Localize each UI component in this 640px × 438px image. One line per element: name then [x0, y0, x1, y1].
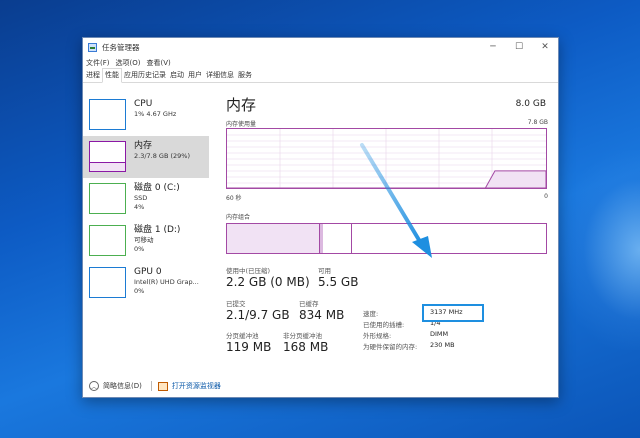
sidebar-item-sub: SSD [134, 194, 148, 202]
disk-c-thumbnail [89, 183, 126, 214]
memory-composition-bar [226, 223, 547, 254]
memory-usage-chart [226, 128, 547, 189]
menu-bar: 文件(F) 选项(O) 查看(V) [83, 56, 558, 70]
composition-divider [351, 224, 352, 253]
fewer-details-button[interactable]: 简略信息(D) [103, 381, 142, 391]
performance-panel: CPU 1% 4.67 GHz 内存 2.3/7.8 GB (29%) 磁盘 0… [83, 84, 558, 375]
memory-detail-pane: 内存 8.0 GB 内存使用量 7.8 GB 60 秒 0 内存组合 使用中(已… [226, 94, 548, 354]
sidebar-item-disk-c[interactable]: 磁盘 0 (C:) SSD 4% [83, 178, 209, 220]
time-right-label: 0 [544, 193, 548, 200]
footer-separator [150, 381, 152, 391]
cached-label: 已缓存 [299, 300, 319, 308]
maximize-button[interactable]: ☐ [506, 38, 532, 56]
resource-sidebar: CPU 1% 4.67 GHz 内存 2.3/7.8 GB (29%) 磁盘 0… [83, 94, 209, 304]
total-memory: 8.0 GB [515, 99, 546, 109]
form-factor-label: 外形规格: [363, 332, 392, 340]
tab-bar: 进程 性能 应用历史记录 启动 用户 详细信息 服务 [83, 68, 558, 83]
tab-services[interactable]: 服务 [236, 69, 254, 82]
cached-value: 834 MB [299, 308, 345, 322]
sidebar-item-gpu[interactable]: GPU 0 Intel(R) UHD Grap... 0% [83, 262, 209, 304]
usage-chart-max: 7.8 GB [527, 119, 548, 126]
in-use-value: 2.2 GB (0 MB) [226, 275, 310, 289]
sidebar-item-title: 磁盘 0 (C:) [134, 183, 180, 193]
page-title: 内存 [226, 96, 257, 114]
menu-file[interactable]: 文件(F) [86, 58, 110, 68]
sidebar-item-sub: Intel(R) UHD Grap... [134, 278, 199, 286]
menu-options[interactable]: 选项(O) [116, 58, 141, 68]
form-factor-value: DIMM [430, 330, 449, 338]
sidebar-item-title: CPU [134, 99, 153, 109]
usage-chart-label: 内存使用量 [226, 121, 257, 128]
paged-pool-label: 分页缓冲池 [226, 332, 259, 340]
sidebar-item-title: 磁盘 1 (D:) [134, 225, 181, 235]
sidebar-item-sub2: 0% [134, 244, 145, 253]
available-value: 5.5 GB [318, 275, 359, 289]
composition-modified [319, 224, 323, 253]
menu-view[interactable]: 查看(V) [146, 58, 170, 68]
paged-pool-value: 119 MB [226, 340, 272, 354]
tab-startup[interactable]: 启动 [168, 69, 186, 82]
available-label: 可用 [318, 267, 331, 275]
sidebar-item-sub2: 4% [134, 202, 145, 211]
resource-monitor-icon [157, 381, 168, 391]
memory-thumbnail [89, 141, 126, 172]
task-manager-icon [88, 42, 97, 52]
footer-bar: ︿ 简略信息(D) 打开资源监视器 [83, 375, 558, 397]
composition-in-use [227, 224, 320, 253]
sidebar-item-sub2: 0% [134, 286, 145, 295]
committed-label: 已提交 [226, 300, 246, 308]
reserved-value: 230 MB [430, 341, 455, 349]
window-title: 任务管理器 [102, 42, 140, 52]
tab-app-history[interactable]: 应用历史记录 [122, 69, 168, 82]
sidebar-item-sub: 1% 4.67 GHz [134, 110, 177, 118]
sidebar-item-title: 内存 [134, 141, 153, 151]
sidebar-item-memory[interactable]: 内存 2.3/7.8 GB (29%) [83, 136, 209, 178]
sidebar-item-disk-d[interactable]: 磁盘 1 (D:) 可移动 0% [83, 220, 209, 262]
slots-label: 已使用的插槽: [363, 321, 405, 329]
committed-value: 2.1/9.7 GB [226, 308, 290, 322]
tab-performance[interactable]: 性能 [102, 68, 122, 83]
composition-label: 内存组合 [226, 214, 251, 221]
time-left-label: 60 秒 [226, 195, 242, 202]
nonpaged-pool-label: 非分页缓冲池 [283, 332, 322, 340]
sidebar-item-sub: 2.3/7.8 GB (29%) [134, 152, 191, 160]
chevron-up-icon[interactable]: ︿ [89, 381, 99, 391]
usage-area [227, 170, 546, 188]
sidebar-item-sub: 可移动 [134, 236, 154, 244]
desktop-glow [560, 150, 640, 350]
gpu-thumbnail [89, 267, 126, 298]
speed-highlight-box [422, 304, 484, 322]
task-manager-window: 任务管理器 ─ ☐ ✕ 文件(F) 选项(O) 查看(V) 进程 性能 应用历史… [82, 37, 559, 398]
title-bar: 任务管理器 ─ ☐ ✕ [83, 38, 558, 56]
tab-processes[interactable]: 进程 [84, 69, 102, 82]
speed-label: 速度: [363, 310, 379, 318]
sidebar-item-title: GPU 0 [134, 267, 162, 277]
usage-chart-svg [227, 129, 546, 188]
nonpaged-pool-value: 168 MB [283, 340, 329, 354]
open-resource-monitor-link[interactable]: 打开资源监视器 [172, 381, 221, 391]
tab-details[interactable]: 详细信息 [204, 69, 236, 82]
disk-d-thumbnail [89, 225, 126, 256]
in-use-label: 使用中(已压缩) [226, 267, 271, 275]
cpu-thumbnail [89, 99, 126, 130]
close-button[interactable]: ✕ [532, 38, 558, 56]
minimize-button[interactable]: ─ [480, 38, 506, 56]
reserved-label: 为硬件保留的内存: [363, 343, 418, 351]
tab-users[interactable]: 用户 [186, 69, 204, 82]
window-controls: ─ ☐ ✕ [480, 38, 558, 56]
sidebar-item-cpu[interactable]: CPU 1% 4.67 GHz [83, 94, 209, 136]
